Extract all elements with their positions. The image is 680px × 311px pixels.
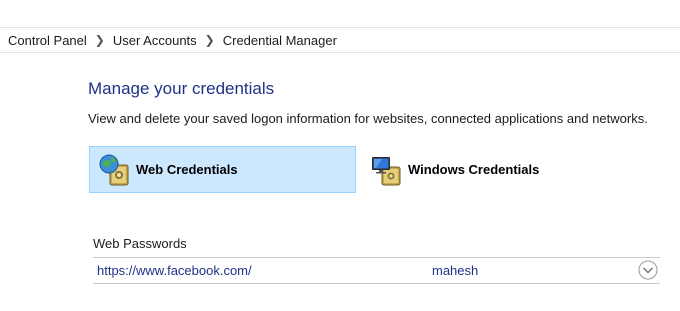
chevron-right-icon: ❯ (204, 33, 215, 47)
windows-credentials-button[interactable]: Windows Credentials (368, 146, 568, 193)
credential-site-url: https://www.facebook.com/ (97, 263, 252, 278)
credential-username: mahesh (432, 263, 479, 278)
breadcrumb-control-panel[interactable]: Control Panel (0, 33, 91, 48)
chevron-right-icon: ❯ (94, 33, 105, 47)
windows-credentials-label: Windows Credentials (408, 162, 540, 177)
chevron-down-circle-icon[interactable] (638, 260, 658, 280)
page-description: View and delete your saved logon informa… (88, 111, 648, 126)
web-passwords-heading: Web Passwords (93, 236, 187, 251)
breadcrumb-credential-manager[interactable]: Credential Manager (219, 33, 341, 48)
web-password-entry[interactable]: https://www.facebook.com/ mahesh (93, 257, 660, 284)
top-bar (0, 0, 680, 28)
breadcrumb: Control Panel ❯ User Accounts ❯ Credenti… (0, 28, 680, 53)
web-credentials-label: Web Credentials (136, 162, 238, 177)
page-title: Manage your credentials (88, 79, 275, 98)
windows-credentials-icon (372, 156, 401, 185)
breadcrumb-user-accounts[interactable]: User Accounts (109, 33, 201, 48)
credential-manager-window: Control Panel ❯ User Accounts ❯ Credenti… (0, 0, 680, 311)
web-credentials-icon (99, 154, 129, 185)
web-credentials-button[interactable]: Web Credentials (89, 146, 356, 193)
